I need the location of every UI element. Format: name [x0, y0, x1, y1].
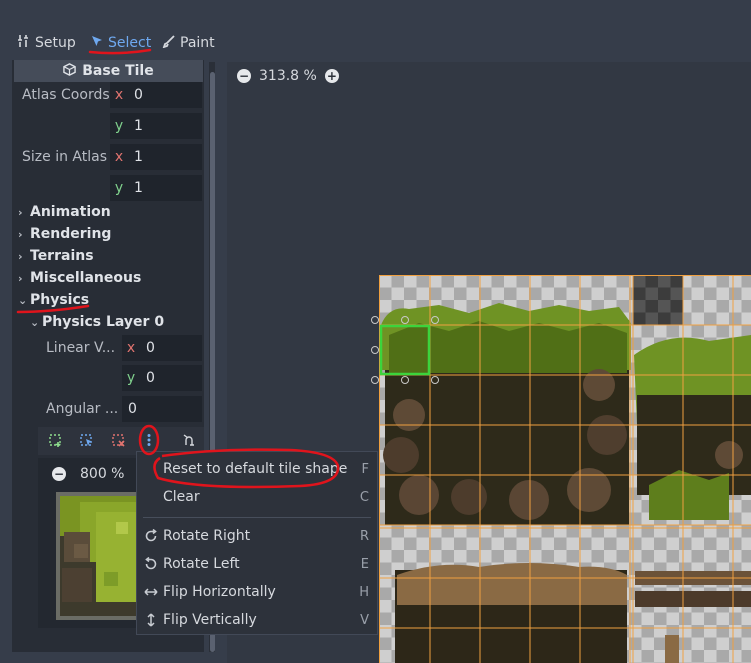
menu-item-rotate-right[interactable]: Rotate Right R: [137, 523, 377, 549]
setup-icon: [17, 34, 31, 52]
menu-item-clear[interactable]: Clear C: [137, 484, 377, 510]
chevron-right-icon: ›: [18, 205, 23, 219]
group-miscellaneous-label: Miscellaneous: [30, 270, 142, 286]
menu-item-rotate-left[interactable]: Rotate Left E: [137, 551, 377, 577]
paint-brush-icon: [162, 34, 176, 52]
setup-label: Setup: [35, 35, 76, 51]
linear-velocity-x-field[interactable]: 0: [140, 335, 202, 361]
group-animation[interactable]: › Animation: [18, 204, 111, 220]
flip-horizontal-icon: [143, 584, 159, 600]
menu-item-label: Flip Horizontally: [163, 584, 276, 600]
rotate-left-icon: [143, 556, 159, 572]
menu-item-reset-shape[interactable]: Reset to default tile shape F: [137, 456, 377, 482]
menu-item-flip-vertically[interactable]: Flip Vertically V: [137, 607, 377, 633]
resize-handle[interactable]: [401, 376, 409, 384]
physics-layer-label: Physics Layer 0: [42, 314, 165, 330]
menu-item-label: Rotate Left: [163, 556, 240, 572]
zoom-in-icon[interactable]: +: [324, 69, 339, 83]
tile-preview-image: [56, 492, 146, 620]
resize-handle[interactable]: [401, 316, 409, 324]
base-tile-title: Base Tile: [82, 63, 154, 79]
group-physics[interactable]: ⌄ Physics: [18, 292, 89, 308]
linear-velocity-label: Linear V...: [46, 340, 116, 356]
chevron-down-icon: ⌄: [30, 315, 40, 329]
group-terrains-label: Terrains: [30, 248, 94, 264]
resize-handle[interactable]: [431, 376, 439, 384]
menu-item-shortcut: F: [361, 461, 369, 477]
menu-item-label: Flip Vertically: [163, 612, 257, 628]
atlas-coords-x-axis: x: [110, 82, 128, 108]
size-in-atlas-label: Size in Atlas: [22, 149, 107, 165]
paint-tab[interactable]: Paint: [162, 32, 215, 54]
viewport-zoom-value: 313.8 %: [259, 68, 317, 84]
menu-separator: [143, 517, 371, 518]
size-in-atlas-x-field[interactable]: 1: [128, 144, 202, 170]
atlas-coords-x-field[interactable]: 0: [128, 82, 202, 108]
atlas-tiles-art: [379, 275, 751, 663]
menu-item-shortcut: R: [359, 528, 369, 544]
delete-points-icon: [111, 433, 125, 451]
tile-cube-icon: [63, 62, 77, 80]
setup-tab[interactable]: Setup: [17, 32, 76, 54]
menu-item-label: Rotate Right: [163, 528, 251, 544]
zoom-out-icon[interactable]: −: [52, 467, 66, 481]
polygon-zoom-value: 800 %: [80, 466, 125, 482]
select-label: Select: [108, 35, 152, 51]
linear-velocity-x-axis: x: [122, 335, 140, 361]
group-rendering-label: Rendering: [30, 226, 112, 242]
size-in-atlas-x-axis: x: [110, 144, 128, 170]
physics-layer-0[interactable]: ⌄ Physics Layer 0: [30, 314, 164, 330]
chevron-right-icon: ›: [18, 227, 23, 241]
angular-velocity-label: Angular ...: [46, 401, 119, 417]
base-tile-header: Base Tile: [14, 60, 203, 82]
tile-editor-toolbar: Setup Select Paint: [0, 0, 751, 60]
atlas-coords-y-axis: y: [110, 113, 128, 139]
chevron-right-icon: ›: [18, 271, 23, 285]
vertical-ellipsis-icon: [142, 433, 156, 451]
polygon-options-menu: Reset to default tile shape F Clear C Ro…: [136, 451, 378, 635]
edit-points-icon: [79, 433, 93, 451]
flip-vertical-icon: [143, 612, 159, 628]
resize-handle[interactable]: [371, 346, 379, 354]
group-terrains[interactable]: › Terrains: [18, 248, 94, 264]
menu-item-label: Clear: [163, 489, 200, 505]
menu-item-label: Reset to default tile shape: [163, 461, 348, 477]
size-in-atlas-y-axis: y: [110, 175, 128, 201]
menu-item-shortcut: V: [360, 612, 369, 628]
select-cursor-icon: [90, 34, 104, 52]
viewport-zoom-controls: − 313.8 % +: [237, 68, 339, 84]
chevron-right-icon: ›: [18, 249, 23, 263]
angular-velocity-field[interactable]: 0: [122, 396, 202, 422]
size-in-atlas-y-field[interactable]: 1: [128, 175, 202, 201]
resize-handle[interactable]: [371, 316, 379, 324]
resize-handle[interactable]: [431, 316, 439, 324]
linear-velocity-y-field[interactable]: 0: [140, 365, 202, 391]
zoom-out-icon[interactable]: −: [237, 69, 251, 83]
delete-points-button[interactable]: [107, 431, 129, 453]
add-points-icon: [48, 433, 62, 451]
menu-item-shortcut: E: [360, 556, 369, 572]
menu-item-shortcut: H: [359, 584, 369, 600]
paint-label: Paint: [180, 35, 215, 51]
edit-points-button[interactable]: [75, 431, 97, 453]
rotate-right-icon: [143, 528, 159, 544]
group-physics-label: Physics: [30, 292, 90, 308]
snap-button[interactable]: [178, 431, 200, 453]
more-options-button[interactable]: [138, 431, 160, 453]
tileset-atlas[interactable]: [379, 275, 751, 663]
atlas-coords-y-field[interactable]: 1: [128, 113, 202, 139]
snap-magnet-icon: [182, 433, 196, 451]
linear-velocity-y-axis: y: [122, 365, 140, 391]
create-polygon-button[interactable]: [44, 431, 66, 453]
group-miscellaneous[interactable]: › Miscellaneous: [18, 270, 141, 286]
resize-handle[interactable]: [371, 376, 379, 384]
menu-item-flip-horizontally[interactable]: Flip Horizontally H: [137, 579, 377, 605]
select-tab[interactable]: Select: [90, 32, 151, 54]
menu-item-shortcut: C: [359, 489, 369, 505]
chevron-down-icon: ⌄: [18, 293, 28, 307]
group-animation-label: Animation: [30, 204, 111, 220]
group-rendering[interactable]: › Rendering: [18, 226, 111, 242]
atlas-coords-label: Atlas Coords: [22, 87, 110, 103]
